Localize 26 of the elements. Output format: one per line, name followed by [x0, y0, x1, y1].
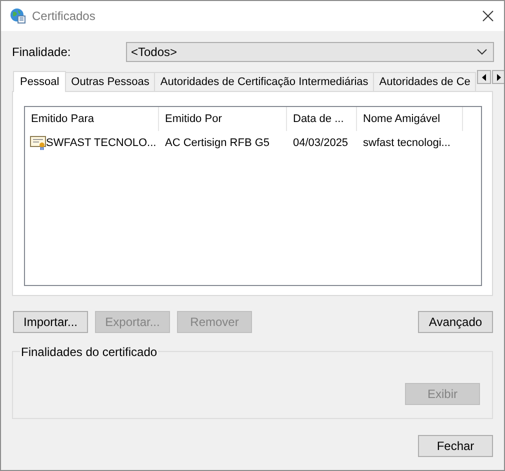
certificate-icon	[30, 136, 46, 150]
tab[interactable]: Autoridades de Ce	[373, 72, 476, 91]
chevron-down-icon	[477, 49, 487, 55]
purpose-dropdown[interactable]: <Todos>	[126, 42, 494, 62]
left-triangle-icon	[482, 74, 486, 80]
close-button[interactable]: Fechar	[418, 435, 493, 457]
table-cell: swfast tecnologi...	[363, 137, 450, 149]
action-button[interactable]: Avançado	[418, 311, 493, 333]
action-button[interactable]: Importar...	[13, 311, 88, 333]
scroll-left-button[interactable]	[477, 70, 492, 84]
table-cell: SWFAST TECNOLO...	[46, 137, 156, 149]
close-icon[interactable]	[482, 10, 494, 22]
table-row[interactable]: SWFAST TECNOLO... AC Certisign RFB G5 04/03/2025 swfast tecnologi...	[25, 134, 463, 152]
group-title: Finalidades do certificado	[20, 345, 158, 359]
scroll-right-button[interactable]	[492, 70, 504, 84]
window-title: Certificados	[32, 9, 96, 23]
column-header[interactable]: Emitido Por	[159, 107, 287, 131]
table-cell: AC Certisign RFB G5	[165, 137, 270, 149]
globe-certificate-icon	[10, 8, 26, 24]
column-header[interactable]: Data de ...	[287, 107, 357, 131]
purpose-label: Finalidade:	[12, 45, 72, 59]
right-triangle-icon	[497, 74, 502, 80]
column-header[interactable]: Nome Amigável	[357, 107, 463, 131]
tab[interactable]: Pessoal	[13, 71, 66, 92]
table-cell: 04/03/2025	[293, 137, 348, 149]
column-header[interactable]: Emitido Para	[25, 107, 159, 131]
